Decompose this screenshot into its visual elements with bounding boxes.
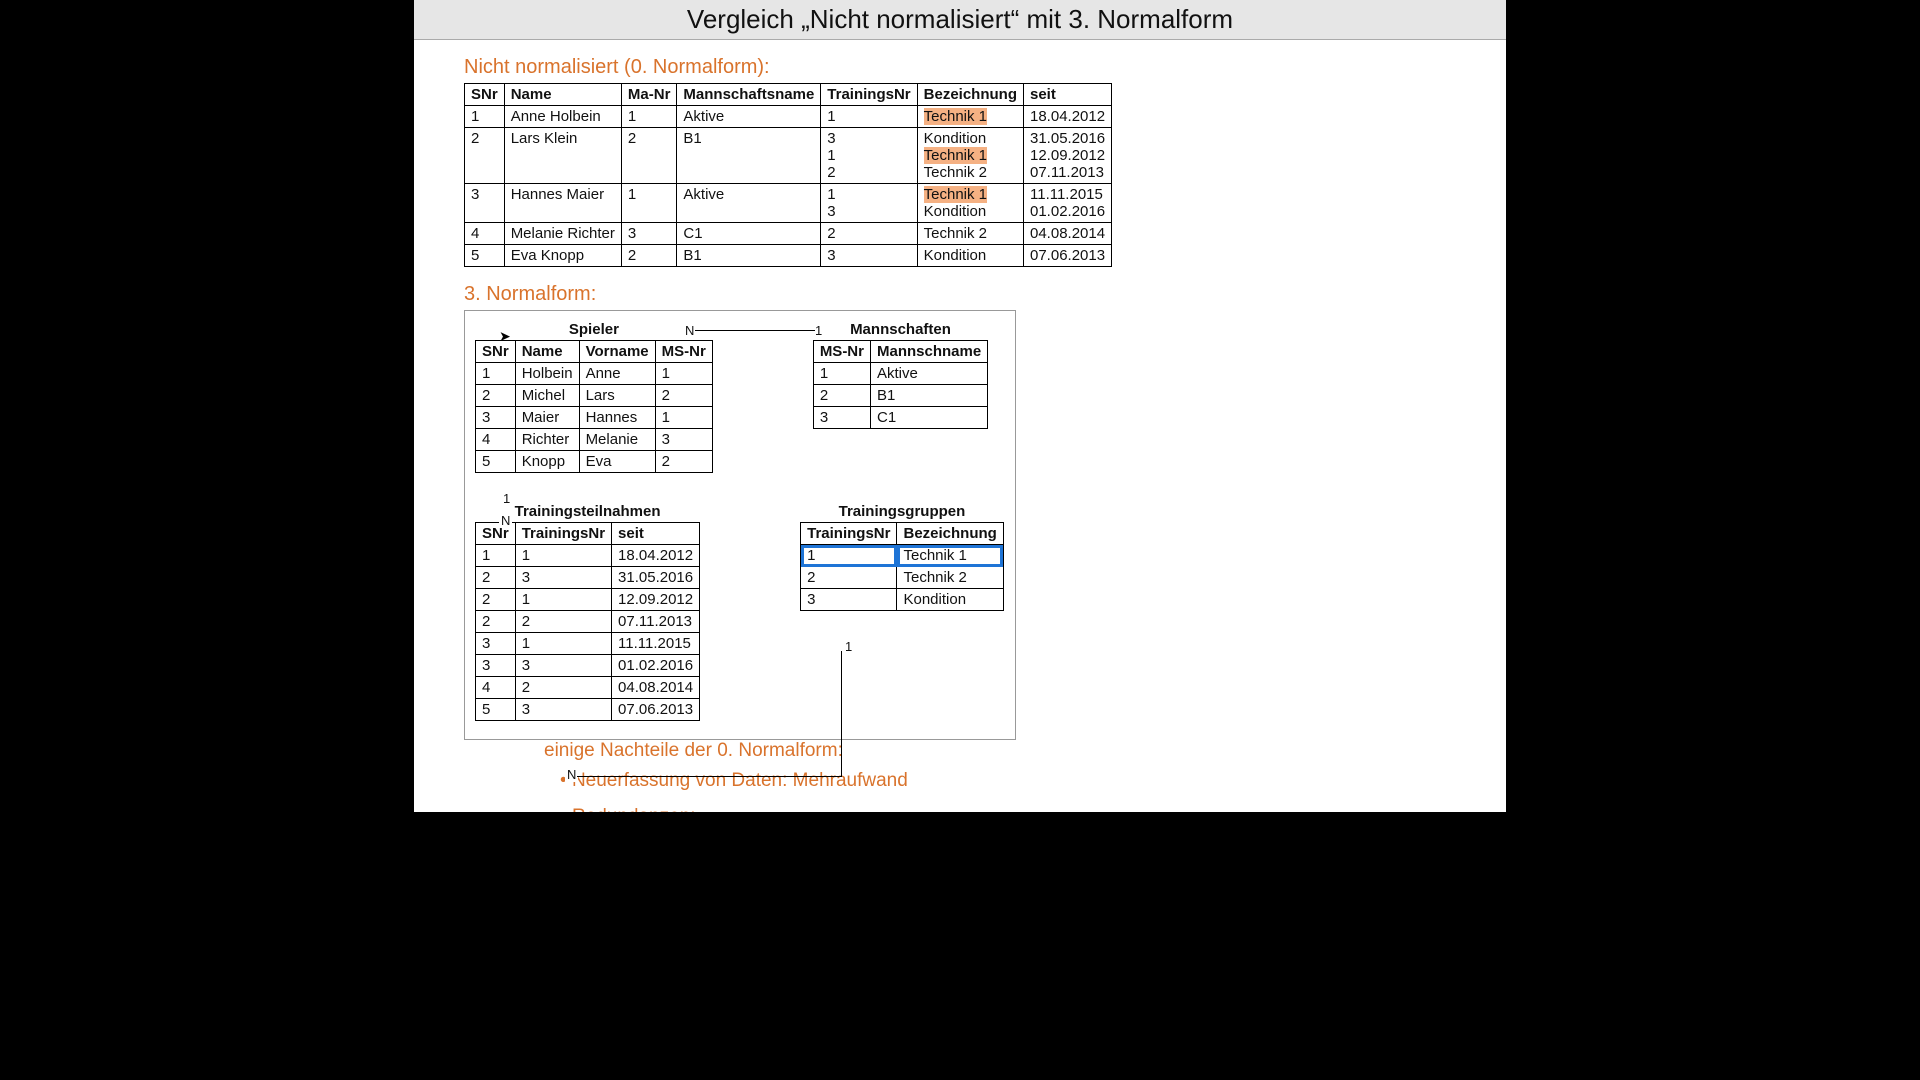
connector-line-bottom-h [577,776,842,777]
table-spieler: SNrNameVornameMS-Nr1HolbeinAnne12MichelL… [475,340,713,473]
gruppen-block: Trainingsgruppen TrainingsNrBezeichnung1… [800,501,1004,611]
section-0nf-heading: Nicht normalisiert (0. Normalform): [464,56,1456,79]
slide: Vergleich „Nicht normalisiert“ mit 3. No… [414,0,1506,812]
conn-label-Nc: N [565,767,578,782]
connector-line-bottom-v [841,651,842,776]
table-teilnahmen: SNrTrainingsNrseit1118.04.20122331.05.20… [475,522,700,721]
table-gruppen: TrainingsNrBezeichnung1Technik 12Technik… [800,522,1004,611]
cursor-icon: ➤ [499,328,511,345]
table-0nf: SNrNameMa-NrMannschaftsnameTrainingsNrBe… [464,83,1112,267]
mannschaften-block: Mannschaften MS-NrMannschname1Aktive2B13… [813,319,988,429]
conn-label-1b: 1 [501,491,512,506]
conn-label-Nb: N [499,513,512,528]
disadvantages-title: einige Nachteile der 0. Normalform: [544,740,944,762]
mannschaften-title: Mannschaften [813,319,988,340]
connector-line-top [695,330,815,331]
gruppen-title: Trainingsgruppen [800,501,1004,522]
teilnahmen-block: Trainingsteilnahmen SNrTrainingsNrseit11… [475,501,700,721]
conn-label-1c: 1 [843,639,854,654]
table-mannschaften: MS-NrMannschname1Aktive2B13C1 [813,340,988,429]
section-3nf-heading: 3. Normalform: [464,283,1456,306]
slide-title: Vergleich „Nicht normalisiert“ mit 3. No… [414,0,1506,40]
erm-container: N 1 Spieler SNrNameVornameMS-Nr1HolbeinA… [464,310,1016,740]
